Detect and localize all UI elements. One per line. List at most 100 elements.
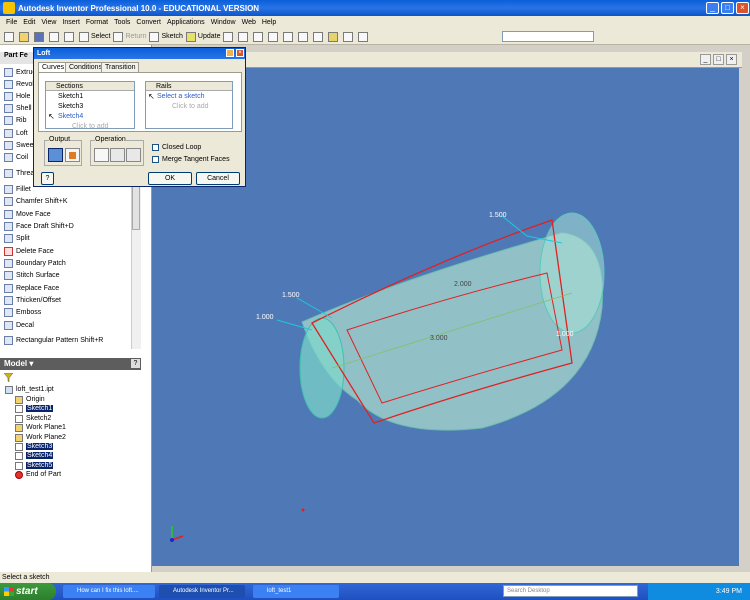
zoom-window-button[interactable]: [238, 30, 250, 43]
section-item[interactable]: Sketch3: [58, 103, 83, 110]
feature-rectangular-pattern[interactable]: Rectangular Pattern Shift+R: [4, 334, 103, 346]
open-button[interactable]: [19, 30, 31, 43]
closed-loop-label: Closed Loop: [162, 144, 202, 151]
tree-item-part[interactable]: loft_test1.ipt: [5, 385, 54, 394]
close-button[interactable]: ×: [736, 2, 749, 14]
intersect-button[interactable]: [126, 148, 141, 162]
display-mode-button[interactable]: [328, 30, 340, 43]
zoom-all-icon: [223, 31, 234, 42]
doc-restore-button[interactable]: □: [713, 54, 724, 65]
tree-item-origin[interactable]: Origin: [15, 395, 45, 404]
save-button[interactable]: [34, 30, 46, 43]
feature-split[interactable]: Split: [4, 232, 30, 244]
rails-prompt[interactable]: Select a sketch: [157, 93, 204, 100]
feature-rib[interactable]: Rib: [4, 114, 27, 126]
menu-file[interactable]: File: [6, 19, 17, 26]
section-item[interactable]: Sketch4: [58, 113, 83, 120]
ok-button[interactable]: OK: [148, 172, 192, 185]
sections-list[interactable]: Sections Sketch1 Sketch3 Sketch4 ↖ Click…: [45, 81, 135, 130]
model-browser-header[interactable]: Model ▾: [0, 358, 141, 370]
rails-click-to-add[interactable]: Click to add: [172, 103, 209, 110]
feature-delete-face[interactable]: Delete Face: [4, 245, 54, 257]
rails-list[interactable]: Rails ↖ Select a sketch Click to add: [145, 81, 233, 129]
tree-item-sketch1[interactable]: Sketch1: [15, 404, 54, 413]
tree-item-sketch2[interactable]: Sketch2: [15, 414, 51, 423]
select-arrow-icon: [79, 31, 89, 42]
menu-help[interactable]: Help: [262, 19, 276, 26]
model-help-button[interactable]: ?: [131, 359, 140, 368]
update-button[interactable]: Update: [185, 30, 220, 43]
orbit-button[interactable]: [298, 30, 310, 43]
cut-button[interactable]: [110, 148, 125, 162]
look-at-button[interactable]: [313, 30, 325, 43]
menu-window[interactable]: Window: [211, 19, 236, 26]
sketch-button[interactable]: Sketch: [149, 30, 183, 43]
feature-loft[interactable]: Loft: [4, 127, 28, 139]
style-combo[interactable]: [502, 31, 594, 42]
return-button[interactable]: Return: [113, 30, 146, 43]
menu-edit[interactable]: Edit: [23, 19, 35, 26]
new-button[interactable]: [4, 30, 16, 43]
menu-view[interactable]: View: [41, 19, 56, 26]
redo-button[interactable]: [64, 30, 76, 43]
doc-minimize-button[interactable]: _: [700, 54, 711, 65]
menu-format[interactable]: Format: [86, 19, 108, 26]
sections-click-to-add[interactable]: Click to add: [72, 123, 109, 130]
feature-stitch-surface[interactable]: Stitch Surface: [4, 269, 60, 281]
cancel-button[interactable]: Cancel: [196, 172, 240, 185]
menu-applications[interactable]: Applications: [167, 19, 205, 26]
closed-loop-checkbox[interactable]: Closed Loop: [152, 144, 201, 151]
pan-icon: [268, 31, 279, 42]
camera-button[interactable]: [343, 30, 355, 43]
feature-coil[interactable]: Coil: [4, 151, 28, 163]
feature-chamfer[interactable]: Chamfer Shift+K: [4, 195, 68, 207]
menu-tools[interactable]: Tools: [114, 19, 130, 26]
maximize-button[interactable]: □: [721, 2, 734, 14]
menu-convert[interactable]: Convert: [136, 19, 161, 26]
menu-web[interactable]: Web: [242, 19, 256, 26]
tree-item-workplane2[interactable]: Work Plane2: [15, 433, 66, 442]
section-item[interactable]: Sketch1: [58, 93, 83, 100]
task-browser[interactable]: How can I fix this loft....: [63, 585, 155, 598]
feature-hole[interactable]: Hole: [4, 90, 30, 102]
undo-button[interactable]: [49, 30, 61, 43]
filter-icon[interactable]: [4, 373, 13, 382]
surface-output-button[interactable]: [65, 148, 80, 162]
tree-item-sketch5[interactable]: Sketch5: [15, 461, 54, 470]
tree-item-sketch3[interactable]: Sketch3: [15, 442, 54, 451]
task-inventor[interactable]: Autodesk Inventor Pr...: [159, 585, 245, 598]
feature-boundary-patch[interactable]: Boundary Patch: [4, 257, 66, 269]
dialog-close-button[interactable]: ×: [236, 49, 244, 57]
feature-label: Stitch Surface: [16, 271, 60, 279]
join-button[interactable]: [94, 148, 109, 162]
help-button[interactable]: ?: [41, 172, 54, 185]
feature-thicken-offset[interactable]: Thicken/Offset: [4, 294, 61, 306]
doc-close-button[interactable]: ×: [726, 54, 737, 65]
feature-move-face[interactable]: Move Face: [4, 208, 51, 220]
feature-decal[interactable]: Decal: [4, 319, 34, 331]
coil-icon: [4, 152, 13, 162]
feature-face-draft[interactable]: Face Draft Shift+D: [4, 220, 74, 232]
zoom-button[interactable]: [253, 30, 265, 43]
select-button[interactable]: Select: [79, 30, 110, 43]
zoom-all-button[interactable]: [223, 30, 235, 43]
tree-item-sketch4[interactable]: Sketch4: [15, 451, 54, 460]
end-profile: [539, 212, 605, 334]
feature-shell[interactable]: Shell: [4, 102, 32, 114]
menu-insert[interactable]: Insert: [62, 19, 80, 26]
solid-output-button[interactable]: [48, 148, 63, 162]
merge-tangent-checkbox[interactable]: Merge Tangent Faces: [152, 156, 230, 163]
task-folder[interactable]: loft_test1: [253, 585, 339, 598]
feature-replace-face[interactable]: Replace Face: [4, 282, 59, 294]
move-face-icon: [4, 209, 13, 219]
zoom-selected-button[interactable]: [283, 30, 295, 43]
search-desktop-input[interactable]: Search Desktop: [503, 585, 638, 597]
tree-item-workplane1[interactable]: Work Plane1: [15, 423, 66, 432]
tree-item-end-of-part[interactable]: End of Part: [15, 470, 61, 479]
ground-shadow-button[interactable]: [358, 30, 370, 43]
dialog-help-icon[interactable]: [226, 49, 234, 57]
pan-button[interactable]: [268, 30, 280, 43]
minimize-button[interactable]: _: [706, 2, 719, 14]
feature-emboss[interactable]: Emboss: [4, 306, 41, 318]
feature-fillet[interactable]: Fillet: [4, 183, 31, 195]
